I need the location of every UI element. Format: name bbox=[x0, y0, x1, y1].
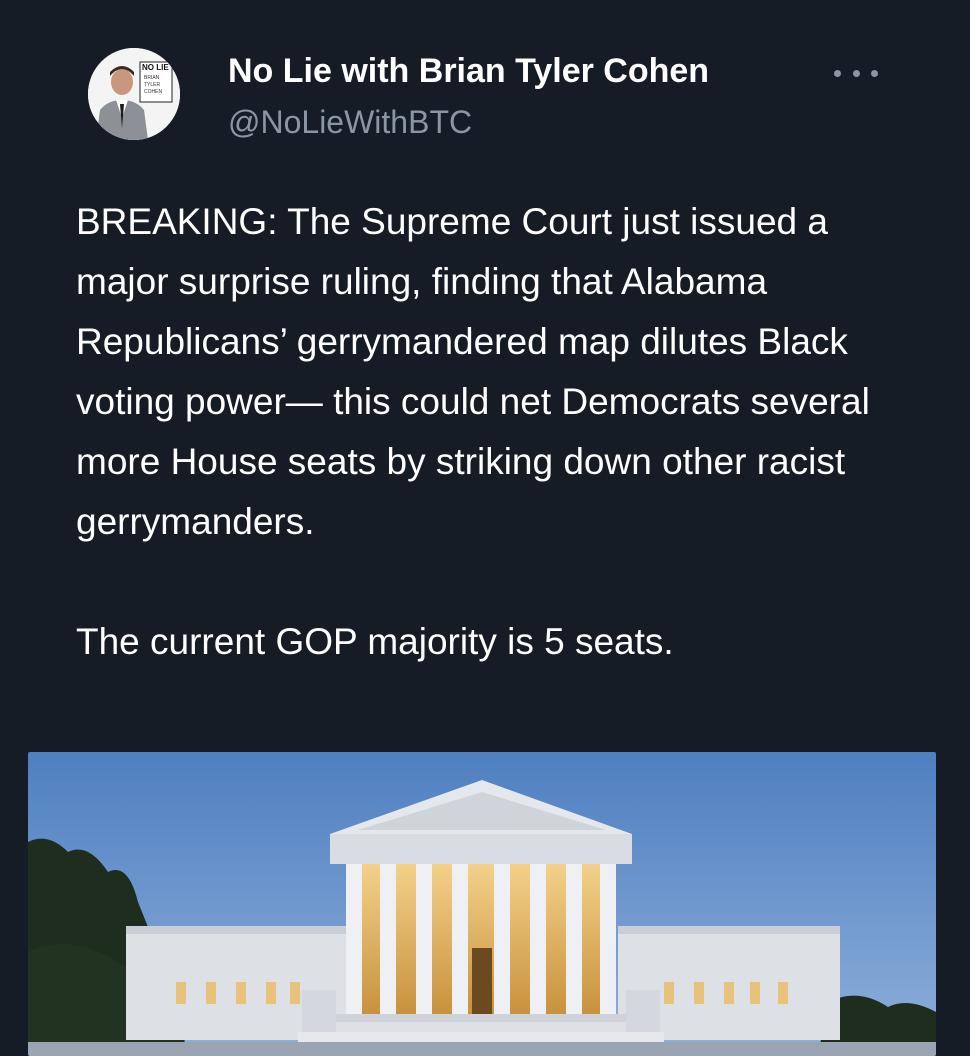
more-horizontal-icon bbox=[871, 69, 878, 77]
svg-text:BRIAN: BRIAN bbox=[144, 75, 160, 81]
author-avatar[interactable]: NO LIE BRIAN TYLER COHEN bbox=[88, 48, 180, 140]
tweet-header: NO LIE BRIAN TYLER COHEN No Lie with Bri… bbox=[88, 48, 898, 148]
author-handle[interactable]: @NoLieWithBTC bbox=[228, 104, 472, 141]
more-horizontal-icon bbox=[834, 69, 841, 77]
supreme-court-building-photo bbox=[28, 752, 936, 1056]
tweet-media-image[interactable] bbox=[28, 752, 936, 1056]
svg-text:TYLER: TYLER bbox=[144, 82, 161, 88]
more-horizontal-icon bbox=[852, 69, 860, 77]
author-name[interactable]: No Lie with Brian Tyler Cohen bbox=[228, 52, 709, 91]
svg-text:COHEN: COHEN bbox=[144, 89, 162, 95]
more-options-button[interactable] bbox=[834, 58, 878, 88]
svg-text:NO LIE: NO LIE bbox=[142, 63, 169, 72]
tweet-text: BREAKING: The Supreme Court just issued … bbox=[76, 201, 870, 662]
